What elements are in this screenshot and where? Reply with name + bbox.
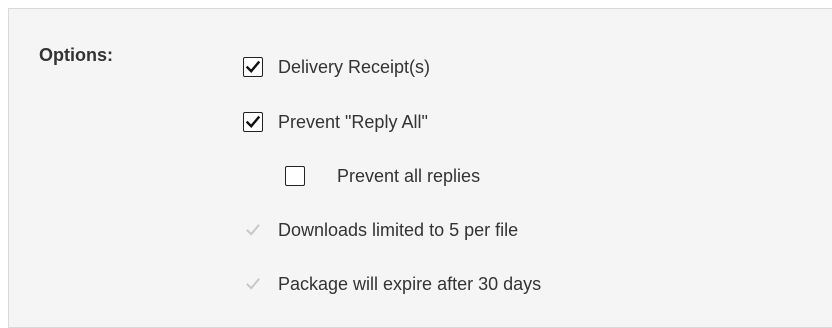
- package-expire-label: Package will expire after 30 days: [278, 273, 542, 294]
- downloads-limit-option: Downloads limited to 5 per file: [243, 218, 518, 242]
- checkmark-icon: [246, 278, 260, 290]
- checkmark-icon: [246, 224, 260, 236]
- checkmark-icon: [245, 60, 261, 73]
- checkmark-icon: [245, 115, 261, 128]
- prevent-all-replies-checkbox[interactable]: [285, 166, 305, 186]
- delivery-receipts-checkbox[interactable]: [243, 57, 263, 77]
- delivery-receipts-option[interactable]: Delivery Receipt(s): [243, 55, 430, 79]
- prevent-reply-all-checkbox[interactable]: [243, 112, 263, 132]
- package-expire-option: Package will expire after 30 days: [243, 272, 541, 296]
- options-heading: Options:: [39, 45, 113, 65]
- prevent-reply-all-label: Prevent "Reply All": [278, 111, 428, 132]
- downloads-limit-checkbox: [243, 220, 263, 240]
- downloads-limit-label: Downloads limited to 5 per file: [278, 219, 519, 240]
- prevent-all-replies-label: Prevent all replies: [337, 165, 481, 186]
- delivery-receipts-label: Delivery Receipt(s): [278, 56, 431, 77]
- prevent-reply-all-option[interactable]: Prevent "Reply All": [243, 110, 428, 134]
- package-expire-checkbox: [243, 274, 263, 294]
- prevent-all-replies-option[interactable]: Prevent all replies: [285, 164, 480, 188]
